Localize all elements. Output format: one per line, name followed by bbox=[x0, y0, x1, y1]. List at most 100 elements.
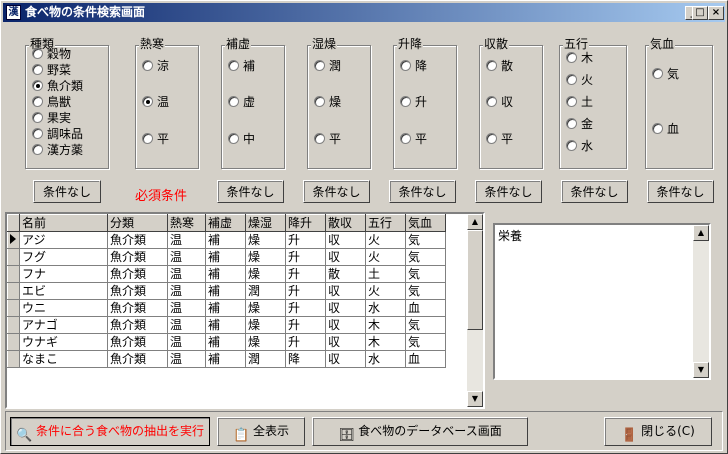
no-condition-button-dampdry[interactable]: 条件なし bbox=[303, 180, 370, 203]
column-header[interactable]: 燥湿 bbox=[245, 214, 286, 232]
radio-type-0[interactable]: 穀物 bbox=[32, 47, 71, 61]
scroll-down-icon[interactable]: ▼ bbox=[467, 391, 483, 407]
column-header[interactable]: 降升 bbox=[285, 214, 326, 232]
memo-scrollbar[interactable]: ▲ ▼ bbox=[693, 225, 709, 378]
table-cell[interactable]: 補 bbox=[205, 333, 246, 351]
table-row[interactable]: エビ 魚介類温補潤升収火気 bbox=[7, 282, 446, 300]
table-row[interactable]: ウナギ 魚介類温補燥升収木気 bbox=[7, 333, 446, 351]
table-cell[interactable]: 温 bbox=[167, 333, 206, 351]
close-window-button[interactable]: × bbox=[708, 6, 724, 20]
table-cell[interactable]: 補 bbox=[205, 316, 246, 334]
radio-risefall-2[interactable]: 平 bbox=[400, 132, 427, 146]
radio-heatcold-0[interactable]: 涼 bbox=[142, 59, 169, 73]
table-cell[interactable]: 水 bbox=[365, 350, 406, 368]
radio-dampdry-2[interactable]: 平 bbox=[314, 132, 341, 146]
radio-risefall-0[interactable]: 降 bbox=[400, 59, 427, 73]
table-cell[interactable]: 補 bbox=[205, 231, 246, 249]
table-row[interactable]: アナゴ 魚介類温補燥升収木気 bbox=[7, 316, 446, 334]
table-cell[interactable]: フグ bbox=[19, 248, 108, 266]
table-cell[interactable]: 升 bbox=[285, 316, 326, 334]
column-header[interactable]: 分類 bbox=[107, 214, 168, 232]
table-cell[interactable]: 升 bbox=[285, 231, 326, 249]
table-cell[interactable]: 気 bbox=[405, 333, 446, 351]
table-cell[interactable]: 潤 bbox=[245, 282, 286, 300]
table-cell[interactable]: 補 bbox=[205, 350, 246, 368]
table-cell[interactable]: 魚介類 bbox=[107, 265, 168, 283]
no-condition-button-tonify[interactable]: 条件なし bbox=[217, 180, 284, 203]
table-cell[interactable]: 水 bbox=[365, 299, 406, 317]
table-cell[interactable]: 火 bbox=[365, 231, 406, 249]
table-cell[interactable]: 木 bbox=[365, 333, 406, 351]
table-cell[interactable]: 収 bbox=[325, 350, 366, 368]
table-cell[interactable]: 温 bbox=[167, 231, 206, 249]
table-cell[interactable]: 気 bbox=[405, 231, 446, 249]
table-cell[interactable]: 升 bbox=[285, 265, 326, 283]
maximize-button[interactable]: □ bbox=[692, 6, 708, 20]
table-cell[interactable]: 気 bbox=[405, 316, 446, 334]
table-cell[interactable]: 気 bbox=[405, 248, 446, 266]
execute-search-button[interactable]: 🔍 条件に合う食べ物の抽出を実行 bbox=[10, 417, 210, 446]
table-cell[interactable]: 収 bbox=[325, 231, 366, 249]
memo-scroll-up-icon[interactable]: ▲ bbox=[693, 225, 709, 241]
radio-astringe-1[interactable]: 収 bbox=[486, 95, 513, 109]
row-indicator[interactable] bbox=[7, 248, 20, 266]
radio-type-2[interactable]: 魚介類 bbox=[32, 79, 83, 93]
table-cell[interactable]: 補 bbox=[205, 299, 246, 317]
table-cell[interactable]: 血 bbox=[405, 350, 446, 368]
table-cell[interactable]: 升 bbox=[285, 282, 326, 300]
table-row[interactable]: アジ 魚介類温補燥升収火気 bbox=[7, 231, 446, 249]
table-cell[interactable]: アジ bbox=[19, 231, 108, 249]
title-bar[interactable]: 漢 食べ物の条件検索画面 _ □ × bbox=[3, 3, 725, 22]
memo-scroll-down-icon[interactable]: ▼ bbox=[693, 362, 709, 378]
table-cell[interactable]: 補 bbox=[205, 265, 246, 283]
table-cell[interactable]: 魚介類 bbox=[107, 231, 168, 249]
table-cell[interactable]: 火 bbox=[365, 282, 406, 300]
no-condition-button-type[interactable]: 条件なし bbox=[33, 180, 101, 203]
radio-five-elements-2[interactable]: 土 bbox=[566, 95, 593, 109]
table-cell[interactable]: 収 bbox=[325, 248, 366, 266]
row-indicator[interactable] bbox=[7, 299, 20, 317]
close-button[interactable]: 🚪 閉じる(C) bbox=[604, 417, 712, 446]
table-cell[interactable]: 収 bbox=[325, 299, 366, 317]
no-condition-button-qiblood[interactable]: 条件なし bbox=[647, 180, 714, 203]
table-cell[interactable]: 収 bbox=[325, 282, 366, 300]
table-cell[interactable]: 温 bbox=[167, 248, 206, 266]
row-indicator[interactable] bbox=[7, 316, 20, 334]
no-condition-button-risefall[interactable]: 条件なし bbox=[389, 180, 456, 203]
table-cell[interactable]: 魚介類 bbox=[107, 282, 168, 300]
scroll-thumb[interactable] bbox=[467, 230, 483, 330]
radio-five-elements-1[interactable]: 火 bbox=[566, 73, 593, 87]
table-cell[interactable]: 魚介類 bbox=[107, 248, 168, 266]
radio-type-1[interactable]: 野菜 bbox=[32, 63, 71, 77]
table-cell[interactable]: 魚介類 bbox=[107, 299, 168, 317]
table-row[interactable]: ウニ 魚介類温補燥升収水血 bbox=[7, 299, 446, 317]
table-cell[interactable]: 散 bbox=[325, 265, 366, 283]
table-cell[interactable]: 燥 bbox=[245, 265, 286, 283]
table-cell[interactable]: 補 bbox=[205, 282, 246, 300]
table-cell[interactable]: 温 bbox=[167, 282, 206, 300]
table-cell[interactable]: 温 bbox=[167, 265, 206, 283]
row-indicator[interactable] bbox=[7, 265, 20, 283]
table-cell[interactable]: 魚介類 bbox=[107, 316, 168, 334]
table-cell[interactable]: 升 bbox=[285, 333, 326, 351]
radio-heatcold-1[interactable]: 温 bbox=[142, 95, 169, 109]
column-header[interactable]: 名前 bbox=[19, 214, 108, 232]
column-header[interactable]: 補虚 bbox=[205, 214, 246, 232]
table-cell[interactable]: 温 bbox=[167, 350, 206, 368]
radio-dampdry-1[interactable]: 燥 bbox=[314, 95, 341, 109]
table-cell[interactable]: 燥 bbox=[245, 299, 286, 317]
radio-type-6[interactable]: 漢方薬 bbox=[32, 143, 83, 157]
radio-qiblood-0[interactable]: 気 bbox=[652, 67, 679, 81]
radio-five-elements-0[interactable]: 木 bbox=[566, 51, 593, 65]
table-cell[interactable]: 温 bbox=[167, 299, 206, 317]
column-header[interactable]: 熱寒 bbox=[167, 214, 206, 232]
table-cell[interactable]: 燥 bbox=[245, 231, 286, 249]
table-cell[interactable]: 升 bbox=[285, 248, 326, 266]
table-row[interactable]: なまこ 魚介類温補潤降収水血 bbox=[7, 350, 446, 368]
table-cell[interactable]: 魚介類 bbox=[107, 350, 168, 368]
table-cell[interactable]: 血 bbox=[405, 299, 446, 317]
no-condition-button-astringe[interactable]: 条件なし bbox=[475, 180, 542, 203]
row-indicator[interactable] bbox=[7, 282, 20, 300]
radio-heatcold-2[interactable]: 平 bbox=[142, 132, 169, 146]
table-cell[interactable]: フナ bbox=[19, 265, 108, 283]
